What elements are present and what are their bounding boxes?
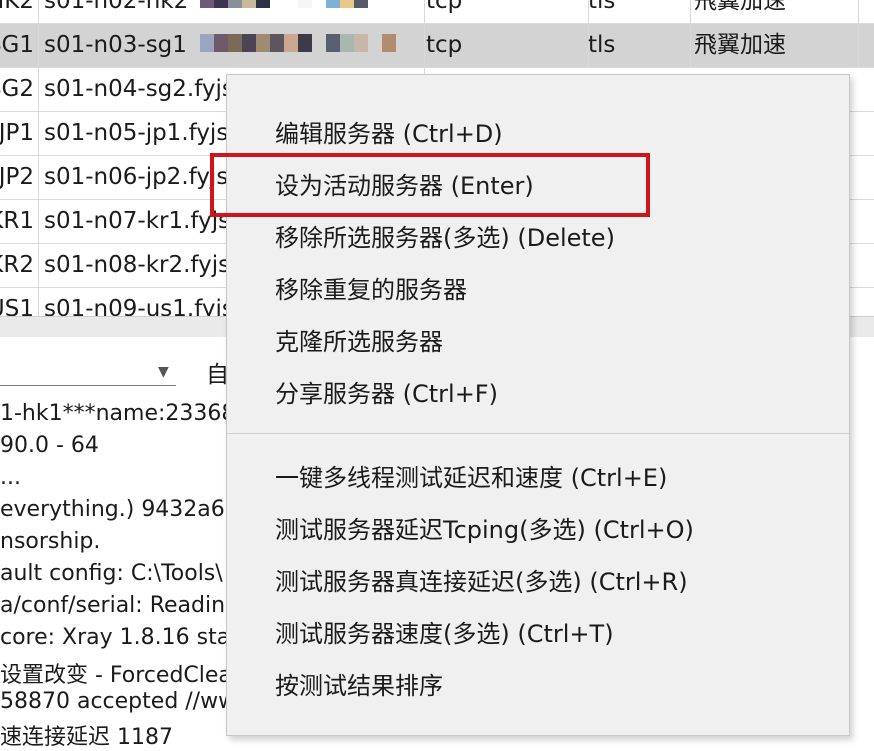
log-line: a/conf/serial: Reading [0,593,240,618]
menu-item-sort-by-result[interactable]: 按测试结果排序 [275,669,443,703]
menu-item-remove-duplicates[interactable]: 移除重复的服务器 [275,273,467,307]
log-line: ault config: C:\Tools\ [0,561,223,586]
alias-cell: JP2 [0,156,39,199]
alias-cell: KR1 [0,200,39,243]
security-cell: tls [584,0,691,23]
log-line: nsorship. [0,529,101,554]
server-row-selected[interactable]: SG1 s01-n03-sg1 tcp tls 飛翼加速 [0,24,874,68]
server-row[interactable]: HK2 s01-n02-hk2 tcp tls 飛翼加速 [0,0,874,24]
alias-cell: KR2 [0,244,39,287]
log-line: ... [0,465,21,490]
log-line: 90.0 - 64 [0,433,99,458]
log-line: 速连接延迟 1187 [0,725,173,750]
network-cell: tcp [420,0,589,23]
menu-item-tcping[interactable]: 测试服务器延迟Tcping(多选) (Ctrl+O) [275,513,694,547]
log-line: core: Xray 1.8.16 start [0,625,240,650]
menu-item-real-delay[interactable]: 测试服务器真连接延迟(多选) (Ctrl+R) [275,565,688,599]
highlight-annotation-box [210,153,650,217]
menu-item-remove-selected[interactable]: 移除所选服务器(多选) (Delete) [275,221,615,255]
menu-item-edit-server[interactable]: 编辑服务器 (Ctrl+D) [275,117,503,151]
log-line: 设置改变 - ForcedClear [0,663,240,688]
subscription-cell: 飛翼加速 [688,0,859,23]
menu-item-test-latency-speed[interactable]: 一键多线程测试延迟和速度 (Ctrl+E) [275,461,667,495]
alias-cell: HK2 [0,0,39,23]
log-line: everything.) 9432a60 (g [0,497,240,522]
network-cell: tcp [420,24,589,67]
menu-item-speed-test[interactable]: 测试服务器速度(多选) (Ctrl+T) [275,617,614,651]
log-line: 1-hk1***name:23368) [0,401,240,426]
log-line: 58870 accepted //www [0,689,240,714]
alias-cell: SG2 [0,68,39,111]
menu-item-clone-selected[interactable]: 克隆所选服务器 [275,325,443,359]
security-cell: tls [584,24,691,67]
redacted-mosaic [200,0,368,8]
subscription-cell: 飛翼加速 [688,24,859,67]
menu-item-share-server[interactable]: 分享服务器 (Ctrl+F) [275,377,498,411]
menu-separator [227,433,849,434]
alias-cell: JP1 [0,112,39,155]
redacted-mosaic [200,34,396,52]
chevron-down-icon[interactable]: ▼ [158,364,169,380]
alias-cell: SG1 [0,24,39,67]
log-filter-combobox[interactable]: ▼ [0,349,176,386]
